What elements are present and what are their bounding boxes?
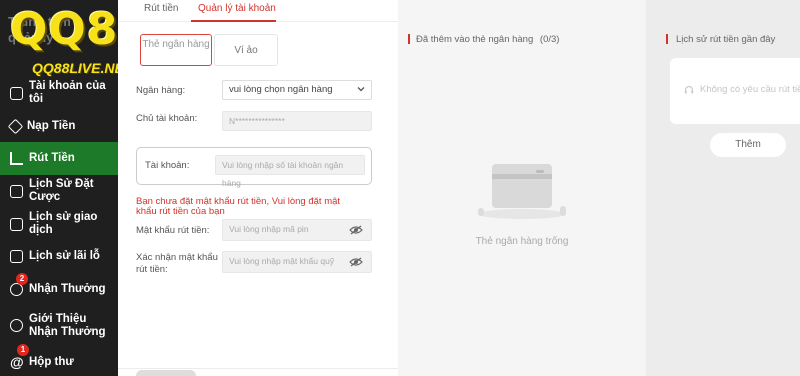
- withdraw-form-panel: Rút tiền Quản lý tài khoản Thẻ ngân hàng…: [118, 0, 398, 376]
- added-cards-title-text: Đã thêm vào thẻ ngân hàng: [416, 34, 534, 45]
- section-marker: [408, 34, 410, 44]
- rewards-badge: 2: [16, 273, 28, 286]
- added-cards-count: (0/3): [539, 34, 560, 45]
- account-owner-label: Chủ tài khoản:: [136, 113, 198, 124]
- history-empty: Không có yêu cầu rút tiền: [684, 84, 800, 95]
- withdraw-pin-label: Mật khẩu rút tiền:: [136, 225, 210, 236]
- chevron-down-icon: [357, 87, 365, 92]
- account-number-label: Tài khoản:: [145, 160, 190, 171]
- tab-bar: Rút tiền Quản lý tài khoản: [118, 0, 398, 22]
- sidebar-item-label: Lịch Sử Đặt Cược: [29, 178, 94, 204]
- submit-button-edge[interactable]: [136, 370, 196, 376]
- history-empty-text: Không có yêu cầu rút tiền: [700, 84, 800, 95]
- add-button[interactable]: Thêm: [710, 133, 786, 157]
- headset-icon: [684, 85, 694, 93]
- mailbox-icon: @: [10, 353, 24, 370]
- sidebar-item-label: Giới Thiệu Nhận Thưởng: [29, 312, 106, 338]
- confirm-pin-placeholder: Vui lòng nhập mật khẩu quỹ: [229, 256, 335, 266]
- recent-history-panel: Lịch sử rút tiền gần đây Không có yêu cầ…: [646, 0, 800, 376]
- withdraw-icon: [10, 152, 23, 166]
- sidebar-item-label: Tài khoản của tôi: [29, 80, 106, 106]
- sidebar-item-rewards[interactable]: 2 Nhận Thưởng: [0, 273, 118, 306]
- sidebar-item-mailbox[interactable]: @ 1 Hộp thư: [0, 343, 118, 376]
- brand-area: Trung tâm quản lý QQ88 QQ88LIVE.NET: [0, 0, 149, 80]
- history-title: Lịch sử rút tiền gần đây: [676, 34, 776, 45]
- sidebar-item-label: Rút Tiền: [29, 152, 75, 165]
- sidebar-item-label: Lịch sử lãi lỗ: [29, 250, 100, 263]
- account-number-placeholder: Vui lòng nhập số tài khoản ngân hàng: [222, 160, 344, 188]
- empty-card-illustration: [478, 164, 566, 219]
- mailbox-badge: 1: [17, 343, 29, 356]
- deposit-icon: [7, 118, 24, 134]
- form-divider: [118, 368, 398, 369]
- confirm-pin-label: Xác nhận mật khẩu rút tiền:: [136, 252, 218, 275]
- eye-icon[interactable]: [349, 225, 363, 235]
- account-owner-field: N***************: [222, 111, 372, 131]
- sidebar-item-label: Lịch sử giao dịch: [29, 211, 98, 237]
- bank-label: Ngân hàng:: [136, 85, 186, 96]
- sidebar-item-bet-history[interactable]: Lịch Sử Đặt Cược: [0, 175, 118, 208]
- bank-select-value: vui lòng chọn ngân hàng: [229, 84, 333, 95]
- sidebar-item-withdraw[interactable]: Rút Tiền: [0, 142, 118, 176]
- account-owner-value: N***************: [229, 116, 285, 126]
- bet-history-icon: [10, 184, 23, 198]
- tab-account-manage[interactable]: Quản lý tài khoản: [198, 3, 276, 14]
- sidebar-nav: Tài khoản của tôi Nạp Tiền Rút Tiền Lịch…: [0, 77, 118, 376]
- account-icon: [10, 86, 23, 100]
- account-number-input[interactable]: Vui lòng nhập số tài khoản ngân hàng: [215, 155, 365, 188]
- sidebar: Trung tâm quản lý QQ88 QQ88LIVE.NET Tài …: [0, 0, 149, 376]
- sidebar-item-label: Nhận Thưởng: [29, 282, 106, 295]
- sidebar-item-profit-loss[interactable]: Lịch sử lãi lỗ: [0, 240, 118, 273]
- tab-withdraw[interactable]: Rút tiền: [144, 3, 178, 14]
- sidebar-item-account[interactable]: Tài khoản của tôi: [0, 77, 118, 110]
- withdraw-password-warning: Bạn chưa đặt mật khẩu rút tiền, Vui lòng…: [136, 196, 341, 217]
- eye-icon[interactable]: [349, 257, 363, 267]
- referral-icon: [10, 319, 23, 333]
- section-marker: [666, 34, 668, 44]
- transaction-icon: [10, 217, 23, 231]
- active-tab-indicator: [191, 20, 276, 22]
- subtab-e-wallet[interactable]: Ví ảo: [214, 34, 278, 66]
- sidebar-item-referral[interactable]: Giới Thiệu Nhận Thưởng: [0, 306, 118, 346]
- added-cards-panel: Đã thêm vào thẻ ngân hàng (0/3) Thẻ ngân…: [398, 0, 646, 376]
- sidebar-item-label: Hộp thư: [29, 355, 74, 368]
- empty-cards-text: Thẻ ngân hàng trống: [475, 236, 569, 247]
- withdraw-pin-placeholder: Vui lòng nhập mã pin: [229, 224, 309, 234]
- sidebar-item-deposit[interactable]: Nạp Tiền: [0, 110, 118, 143]
- withdraw-pin-input[interactable]: Vui lòng nhập mã pin: [222, 219, 372, 241]
- bank-select[interactable]: vui lòng chọn ngân hàng: [222, 80, 372, 100]
- sidebar-item-label: Nạp Tiền: [27, 119, 76, 132]
- profit-loss-icon: [10, 250, 23, 264]
- added-cards-title: Đã thêm vào thẻ ngân hàng (0/3): [416, 34, 559, 45]
- subtab-bank-card[interactable]: Thẻ ngân hàng: [140, 34, 212, 66]
- confirm-pin-input[interactable]: Vui lòng nhập mật khẩu quỹ: [222, 251, 372, 273]
- sidebar-item-transactions[interactable]: Lịch sử giao dịch: [0, 208, 118, 241]
- account-number-box: Tài khoản: Vui lòng nhập số tài khoản ng…: [136, 147, 372, 188]
- history-card: Không có yêu cầu rút tiền: [670, 58, 800, 124]
